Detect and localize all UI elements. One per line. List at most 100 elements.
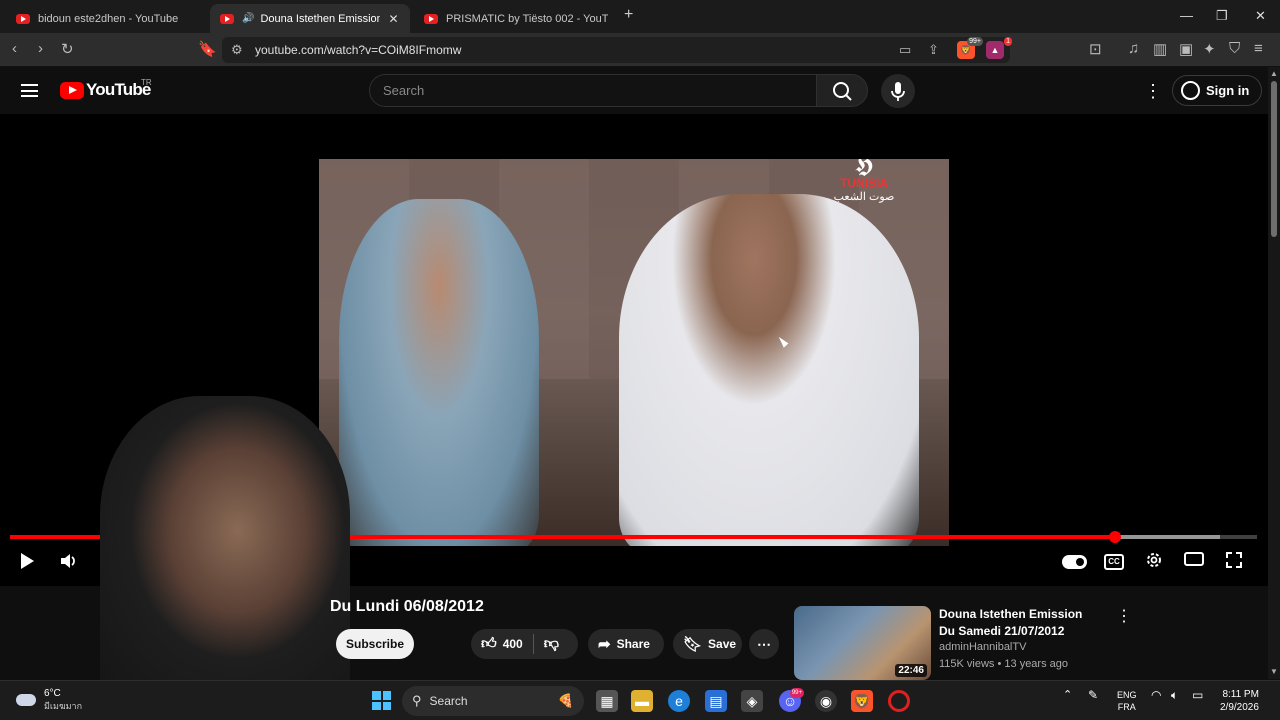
settings-kebab-icon[interactable]: ⋮ — [1144, 81, 1162, 102]
speaker-icon[interactable]: 🔊 — [242, 13, 254, 24]
recommendation-menu-icon[interactable]: ⋮ — [1116, 606, 1132, 626]
media-icon[interactable]: ♫ — [1128, 40, 1139, 57]
recommendation-title[interactable]: Douna Istethen Emission Du Samedi 21/07/… — [939, 606, 1099, 640]
more-actions-button[interactable]: ⋯ — [749, 629, 779, 659]
video-frame[interactable]: 𝕳 TUNISIA صوت الشعب — [319, 159, 949, 546]
like-divider — [532, 634, 534, 654]
clock-date: 2/9/2026 — [1220, 702, 1259, 713]
guide-menu-icon[interactable] — [21, 84, 38, 97]
like-count[interactable]: 400 — [503, 637, 523, 651]
youtube-logo[interactable]: YouTube — [60, 80, 151, 100]
file-explorer-icon[interactable]: ▬ — [631, 690, 653, 712]
store-icon[interactable]: ▤ — [705, 690, 727, 712]
autoplay-toggle[interactable] — [1062, 555, 1087, 569]
search-button[interactable] — [816, 74, 868, 107]
forward-icon[interactable]: › — [38, 40, 43, 57]
reload-icon[interactable]: ↻ — [61, 40, 74, 58]
language-bottom: FRA — [1117, 702, 1136, 712]
save-button[interactable]: 🔖︎ Save — [673, 629, 742, 659]
search-input[interactable]: Search — [369, 74, 817, 107]
youtube-favicon-icon — [220, 13, 234, 24]
like-icon[interactable]: 👍︎ — [481, 635, 497, 653]
tab-title: Douna Istethen Emission Du I — [260, 12, 381, 25]
video-title: Du Lundi 06/08/2012 — [330, 598, 484, 615]
task-view-icon[interactable]: ▦ — [596, 690, 618, 712]
rewards-count: 1 — [1004, 37, 1012, 46]
dislike-icon[interactable]: 👎︎ — [544, 635, 559, 653]
weather-desc: มีเมฆมาก — [44, 701, 83, 711]
menu-icon[interactable]: ≡ — [1254, 40, 1263, 57]
battery-icon[interactable]: ▭ — [1192, 689, 1203, 701]
share-label: Share — [616, 637, 650, 651]
restore-icon[interactable]: ❐ — [1216, 8, 1228, 24]
brave-browser-icon[interactable]: 🦁 — [851, 690, 873, 712]
window-close-icon[interactable]: ✕ — [1255, 8, 1266, 24]
new-tab-icon[interactable]: + — [624, 6, 633, 24]
vpn-icon[interactable]: ⛉ — [1229, 40, 1240, 57]
pen-icon[interactable]: ✎ — [1088, 689, 1098, 701]
tab-prismatic[interactable]: PRISMATIC by Tiësto 002 - YouTube — [414, 4, 618, 33]
speaker-icon[interactable]: 🔈︎ — [1171, 689, 1178, 701]
wifi-icon[interactable]: ◠ — [1151, 689, 1161, 701]
tray-chevron-icon[interactable]: ⌃ — [1063, 689, 1072, 701]
recommendation-channel[interactable]: adminHannibalTV — [939, 641, 1026, 653]
opera-icon[interactable] — [888, 690, 910, 712]
close-tab-icon[interactable]: ✕ — [388, 12, 398, 26]
microphone-icon — [891, 82, 905, 101]
scroll-up-icon[interactable]: ▲ — [1270, 69, 1278, 78]
back-icon[interactable]: ‹ — [12, 40, 17, 57]
sign-in-button[interactable]: Sign in — [1172, 75, 1263, 106]
recommendation-thumbnail[interactable]: 22:46 — [794, 606, 931, 680]
subtitles-icon[interactable]: CC — [1104, 554, 1124, 570]
voice-search-button[interactable] — [881, 74, 915, 108]
scroll-down-icon[interactable]: ▼ — [1270, 667, 1278, 676]
pizza-icon: 🍕 — [557, 693, 574, 708]
app-icon[interactable]: ◈ — [741, 690, 763, 712]
language-top: ENG — [1117, 690, 1137, 700]
share-icon: ➦ — [598, 636, 611, 653]
search-icon — [833, 82, 852, 101]
bookmark-icon[interactable]: 🔖 — [198, 40, 217, 58]
language-indicator[interactable]: ENG FRA — [1117, 689, 1137, 713]
browser-tab-strip: bidoun este2dhen - YouTube 🔊 Douna Istet… — [0, 0, 1280, 33]
url-text[interactable]: youtube.com/watch?v=COiM8IFmomw — [255, 43, 461, 57]
weather-widget[interactable]: 6°C มีเมฆมาก — [16, 688, 82, 712]
wallet-icon[interactable]: ▣ — [1179, 40, 1193, 58]
discord-icon[interactable]: ☺ 99+ — [779, 688, 804, 712]
youtube-header: YouTube TR Search ⋮ Sign in — [0, 67, 1268, 114]
page-scrollbar[interactable]: ▲ ▼ — [1268, 67, 1280, 679]
site-settings-icon[interactable]: ⚙ — [231, 42, 243, 58]
cast-icon[interactable]: ▭ — [899, 42, 911, 58]
taskbar-search[interactable]: ⚲ Search 🍕 — [402, 686, 584, 716]
theater-mode-icon[interactable] — [1184, 551, 1204, 567]
tab-douna-istethen[interactable]: 🔊 Douna Istethen Emission Du I ✕ — [210, 4, 410, 33]
weather-temp: 6°C — [44, 688, 61, 699]
scrollbar-thumb[interactable] — [1271, 81, 1277, 237]
obs-icon[interactable]: ◉ — [815, 690, 837, 712]
system-clock[interactable]: 8:11 PM 2/9/2026 — [1220, 688, 1259, 714]
brave-shields-icon[interactable]: 🦁 99+ — [957, 37, 983, 59]
watermark-country: TUNISIA — [840, 176, 888, 190]
play-icon[interactable] — [18, 551, 36, 571]
leo-ai-icon[interactable]: ✦ — [1203, 40, 1216, 58]
sidebar-icon[interactable]: ▥ — [1153, 40, 1167, 58]
brave-rewards-icon[interactable]: ▲ 1 — [986, 37, 1012, 59]
reader-icon[interactable]: ⊡ — [1089, 40, 1102, 58]
scrubber-knob[interactable] — [1108, 531, 1121, 543]
edge-icon[interactable]: e — [668, 690, 690, 712]
tab-bidoun[interactable]: bidoun este2dhen - YouTube — [6, 4, 206, 33]
recommendation-duration: 22:46 — [895, 664, 927, 677]
settings-gear-icon[interactable] — [1145, 551, 1163, 569]
youtube-play-logo-icon — [60, 81, 84, 99]
share-page-icon[interactable]: ⇪ — [928, 42, 939, 58]
address-bar[interactable]: ⚙ youtube.com/watch?v=COiM8IFmomw ▭ ⇪ 🦁 9… — [222, 37, 1012, 63]
share-button[interactable]: ➦ Share — [588, 629, 664, 659]
search-icon: ⚲ — [412, 693, 422, 708]
subscribe-button[interactable]: Subscribe — [336, 629, 414, 659]
fullscreen-icon[interactable] — [1225, 551, 1243, 569]
windows-start-icon[interactable] — [372, 691, 391, 710]
cloud-icon — [16, 694, 36, 706]
save-label: Save — [708, 637, 737, 651]
minimize-icon[interactable]: — — [1180, 8, 1193, 23]
volume-icon[interactable] — [59, 551, 79, 571]
